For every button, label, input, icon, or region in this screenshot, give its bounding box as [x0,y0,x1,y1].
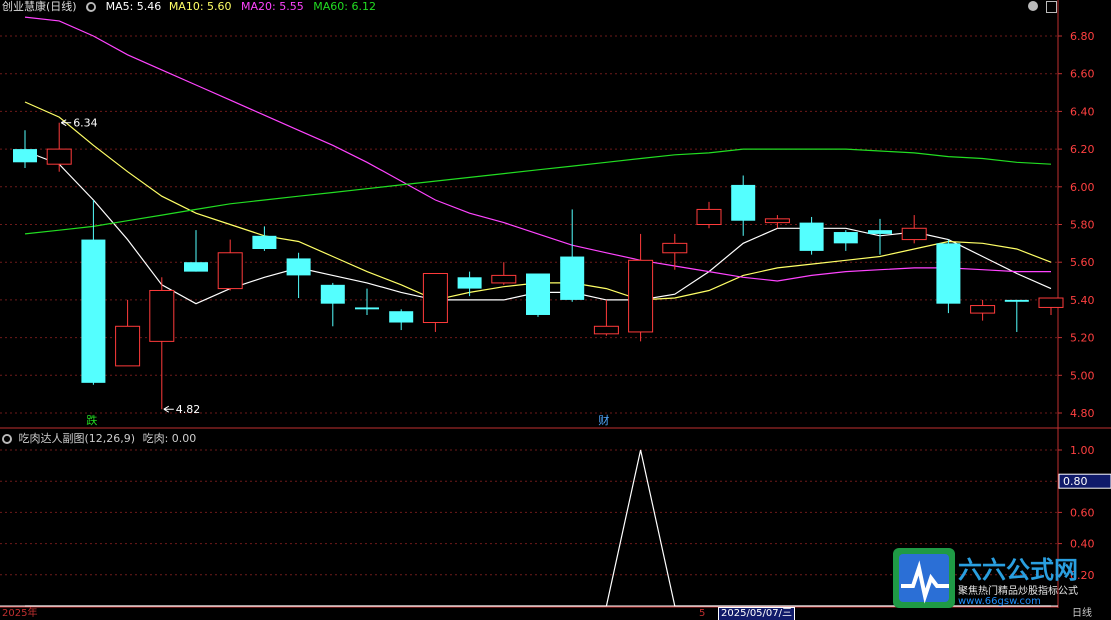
candle-body-up [217,252,243,290]
sub-highlight-label: 0.80 [1063,475,1088,488]
ma5-label: MA5: 5.46 [105,0,162,13]
candle-body-up [696,208,722,225]
price-tick-label: 5.40 [1070,294,1095,307]
ma-line-ma20 [24,16,1051,282]
price-chart[interactable]: 6.80 6.60 6.40 6.20 6.00 5.80 5.60 5.40 5.20 5.00… [0,0,1111,620]
candle-body-up [1038,297,1064,308]
indicator-value: 吃肉: 0.00 [142,432,197,445]
indicator-header: ● 吃肉达人副图(12,26,9) 吃肉: 0.00 [2,430,196,446]
price-tick-label: 6.00 [1070,181,1095,194]
candle-body-up [662,242,688,254]
price-tick-label: 5.60 [1070,256,1095,269]
candle-body-up [970,305,996,314]
candle-body-up [422,273,448,324]
logo-slogan: 聚焦热门精品炒股指标公式 [958,586,1078,597]
candle-body-down [252,235,277,250]
price-tick-label: 5.20 [1070,332,1095,345]
candle-body-down [184,262,208,272]
price-tick-label: 5.00 [1070,369,1095,382]
logo-icon [893,548,955,608]
candle-body-up [901,227,927,241]
logo-name: 六六公式网 [958,556,1078,584]
candle-body-down [13,149,37,163]
ma-line-ma10 [24,101,1052,301]
indicator-settings-icon[interactable]: ● [2,434,12,444]
candle-body-down [81,239,106,383]
price-tick-label: 4.80 [1070,407,1095,420]
ma10-label: MA10: 5.60 [168,0,232,13]
site-logo [893,548,955,608]
month-label: 5 [699,608,706,619]
signal-cai-label: 财 [598,413,609,427]
sub-tick-label: 1.00 [1070,444,1095,457]
logo-url[interactable]: www.66gsw.com [958,596,1041,607]
scroll-icon[interactable] [1046,1,1057,13]
candle-body-down [936,243,961,304]
stock-chart-window: { "header": { "stock_title": "创业慧康(日线)",… [0,0,1111,620]
candle-body-down [868,230,892,234]
period-label[interactable]: 日线 [1072,608,1092,620]
candle-body-up [491,274,517,284]
indicator-title[interactable]: 吃肉达人副图(12,26,9) [19,432,136,445]
year-label: 2025年 [2,608,38,619]
candle-body-down [526,273,550,315]
price-tick-label: 6.60 [1070,68,1095,81]
candle-body-down [389,311,414,323]
ma60-label: MA60: 6.12 [313,0,376,13]
candle-body-down [799,222,824,251]
candle-body-up [764,218,790,224]
price-tick-label: 6.20 [1070,143,1095,156]
candle-body-down [833,232,858,244]
high-price-label: 6.34 [73,117,98,130]
sub-tick-label: 0.40 [1070,538,1095,551]
candle-body-up [628,259,654,333]
candle-body-down [560,256,585,300]
candle-body-up [46,148,72,165]
candle-body-down [320,284,345,304]
stock-title[interactable]: 创业慧康(日线) [2,0,77,13]
price-tick-label: 5.80 [1070,219,1095,232]
candle-body-up [115,325,141,367]
candle-body-down [286,258,311,276]
sub-tick-label: 0.60 [1070,506,1095,519]
candle-body-up [593,325,619,335]
candle-body-down [457,277,482,289]
main-chart-header: 创业慧康(日线) ● MA5: 5.46 MA10: 5.60 MA20: 5.… [2,0,382,14]
low-arrow [163,405,174,413]
signal-die-label: 跌 [86,413,97,427]
ma-line-ma60 [24,148,1052,235]
settings-icon[interactable]: ● [86,2,97,12]
time-axis: 2025年 5 2025/05/07/三 日线 [0,607,1111,620]
candle-body-down [355,307,379,310]
ma20-label: MA20: 5.55 [241,0,304,13]
candle-body-up [149,289,175,342]
price-tick-label: 6.80 [1070,30,1095,43]
price-tick-label: 6.40 [1070,105,1095,118]
low-price-label: 4.82 [176,403,201,416]
info-icon[interactable] [1028,1,1038,11]
candle-body-down [731,184,756,221]
cursor-date-label: 2025/05/07/三 [718,607,796,620]
candle-body-down [1004,299,1029,302]
